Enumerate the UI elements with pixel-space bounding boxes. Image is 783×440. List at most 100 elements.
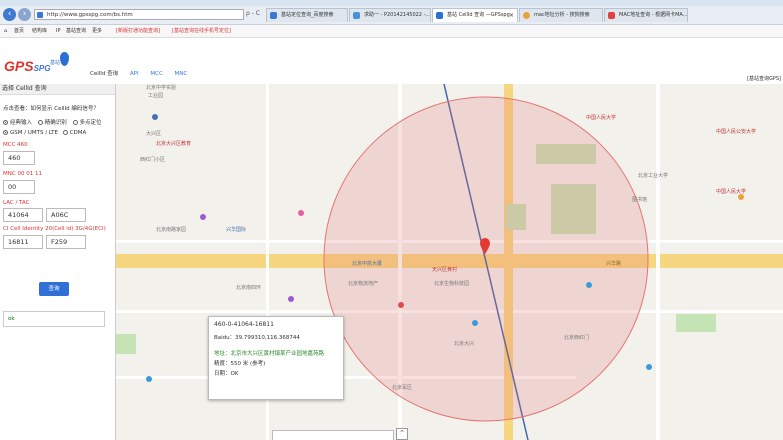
- nav-api[interactable]: API: [130, 71, 139, 77]
- poi[interactable]: 北京工业大学: [638, 172, 668, 179]
- address-bar[interactable]: http://www.gpsspg.com/bs.htm: [34, 9, 244, 20]
- poi-marker-icon[interactable]: [738, 194, 744, 200]
- query-panel: 选择 CellId 查询 点击查看：如何显示 CellId 编码信号？ 经典输入…: [0, 84, 116, 440]
- poi[interactable]: 北京中学实验: [146, 84, 176, 91]
- poi-marker-icon[interactable]: [472, 320, 478, 326]
- nav-mcc[interactable]: MCC: [150, 71, 162, 77]
- net-cdma-label: CDMA: [69, 130, 87, 136]
- poi[interactable]: 兴华国际: [226, 226, 246, 233]
- poi[interactable]: 中国人民公安大学: [716, 128, 756, 135]
- poi-marker-icon[interactable]: [200, 214, 206, 220]
- site-favicon-icon: [37, 12, 43, 18]
- radio-multi[interactable]: [72, 120, 78, 125]
- ci-hex-input[interactable]: F259: [46, 235, 86, 249]
- poi[interactable]: 北京南四环: [236, 284, 261, 291]
- poi[interactable]: 图书馆: [632, 196, 647, 203]
- radio-gsm[interactable]: [3, 130, 8, 135]
- ci-dec-input[interactable]: 16811: [3, 235, 43, 249]
- mode-multi-label: 多点定位: [79, 120, 102, 126]
- ci-label: CI Cell Identity 20(Cell id) 3G/4G(ECI): [3, 226, 106, 232]
- poi[interactable]: 北京生物科技园: [434, 280, 469, 287]
- poi[interactable]: 北京中凯大厦: [352, 260, 382, 267]
- fav-home[interactable]: 首页: [14, 25, 24, 37]
- poi[interactable]: 工业园: [148, 92, 163, 99]
- tab-3[interactable]: 基站 CellId 查询 —GPSspg ×: [432, 8, 518, 22]
- site-logo[interactable]: GPSSPG: [4, 58, 50, 74]
- poi[interactable]: 北京西红门: [564, 334, 589, 341]
- poi-marker-icon[interactable]: [288, 296, 294, 302]
- mac-site-icon: [608, 12, 615, 19]
- fav-more[interactable]: 更多: [92, 25, 102, 37]
- home-icon[interactable]: ⌂: [4, 25, 7, 37]
- coverage-circle: [323, 96, 649, 422]
- fav-link-2[interactable]: [基站查询在线手机号定位]: [172, 25, 231, 37]
- poi-marker-icon[interactable]: [398, 302, 404, 308]
- mcc-input[interactable]: 460: [3, 151, 35, 165]
- green-area: [676, 314, 716, 332]
- tab-4[interactable]: mac地址分析 - 搜狗搜索: [519, 8, 603, 22]
- poi[interactable]: 天兴区黄村: [432, 266, 457, 273]
- poi[interactable]: 大兴区: [146, 130, 161, 137]
- radio-precise[interactable]: [37, 120, 43, 125]
- popup-accuracy: 精度：550 米 (参考): [214, 361, 266, 367]
- baidu-icon: [270, 12, 277, 19]
- nav-mnc[interactable]: MNC: [175, 71, 188, 77]
- gpsspg-icon: [436, 12, 443, 19]
- fav-station[interactable]: 基站查询: [66, 25, 86, 37]
- popup-cell-id: 460-0-41064-16811: [214, 321, 274, 328]
- mode-options: 经典输入 精确识别 多点定位: [3, 118, 102, 126]
- result-box: ok: [3, 311, 105, 327]
- poi[interactable]: 北京军区: [392, 384, 412, 391]
- poi[interactable]: 西红门小区: [140, 156, 165, 163]
- poi-marker-icon[interactable]: [298, 210, 304, 216]
- info-popup: 460-0-41064-16811 Baidu：39.799310,116.36…: [208, 316, 344, 400]
- tab-5[interactable]: MAC地址查询 - 根据网卡MA...: [604, 8, 688, 22]
- mnc-label: MNC 00 01 11: [3, 171, 42, 177]
- radio-cdma[interactable]: [62, 130, 68, 135]
- tab-2[interactable]: 求助一 - P20142145022 -...: [349, 8, 431, 22]
- poi[interactable]: 北京南路家园: [156, 226, 186, 233]
- popup-coords: Baidu：39.799310,116.368744: [214, 335, 300, 341]
- fav-link-1[interactable]: [新版打通功能查询]: [116, 25, 160, 37]
- url-text: http://www.gpsspg.com/bs.htm: [47, 12, 133, 18]
- logo-text: GPS: [4, 58, 34, 74]
- radio-classic[interactable]: [3, 120, 8, 125]
- mcc-label: MCC 460: [3, 142, 28, 148]
- net-gsm-label: GSM / UMTS / LTE: [10, 130, 58, 136]
- nav-cellid[interactable]: CellId 查询: [90, 71, 118, 77]
- map-scale-bar: [272, 430, 394, 440]
- poi-marker-icon[interactable]: [152, 114, 158, 120]
- lac-dec-input[interactable]: 41064: [3, 208, 43, 222]
- poi-marker-icon[interactable]: [646, 364, 652, 370]
- url-controls[interactable]: ρ - C: [246, 10, 260, 17]
- poi[interactable]: 北京大兴: [454, 340, 474, 347]
- logo-suffix: SPG: [33, 64, 51, 73]
- poi[interactable]: 中国人民大学: [586, 114, 616, 121]
- tab-2-title: 求助一 - P20142145022 -...: [364, 12, 431, 18]
- mnc-input[interactable]: 00: [3, 180, 35, 194]
- back-icon[interactable]: ‹: [3, 8, 16, 21]
- close-tab-icon[interactable]: ×: [509, 9, 514, 22]
- road-vertical-3: [656, 84, 660, 440]
- site-nav: CellId 查询 API MCC MNC: [90, 69, 197, 77]
- panel-title: 选择 CellId 查询: [0, 84, 115, 95]
- poi-marker-icon[interactable]: [146, 376, 152, 382]
- mode-precise-label: 精确识别: [44, 120, 67, 126]
- fav-structure[interactable]: 结构库: [32, 25, 47, 37]
- tab-5-title: MAC地址查询 - 根据网卡MA...: [619, 12, 688, 18]
- poi-marker-icon[interactable]: [586, 282, 592, 288]
- forward-icon[interactable]: ›: [18, 8, 31, 21]
- lac-hex-input[interactable]: A06C: [46, 208, 86, 222]
- help-question[interactable]: 点击查看：如何显示 CellId 编码信号？: [3, 104, 99, 112]
- header-right-hint[interactable]: [基站查询GPS]: [747, 75, 781, 82]
- poi[interactable]: 北京大兴区教育: [156, 140, 191, 147]
- fav-ip[interactable]: IP: [56, 25, 61, 37]
- favorites-bar: ⌂ 首页 结构库 IP 基站查询 更多 [新版打通功能查询] [基站查询在线手机…: [0, 25, 783, 38]
- poi[interactable]: 北京物流地产: [348, 280, 378, 287]
- tab-4-title: mac地址分析 - 搜狗搜索: [534, 12, 590, 18]
- map-view[interactable]: 兴华路 北京中学实验 工业园 大兴区 北京大兴区教育 中国人民大学 西红门小区 …: [116, 84, 783, 440]
- query-button[interactable]: 查询: [39, 282, 69, 296]
- expand-icon[interactable]: ⌃: [396, 428, 408, 440]
- tab-1[interactable]: 基站定位查询_百度搜索: [266, 8, 348, 22]
- page-icon: [353, 12, 360, 19]
